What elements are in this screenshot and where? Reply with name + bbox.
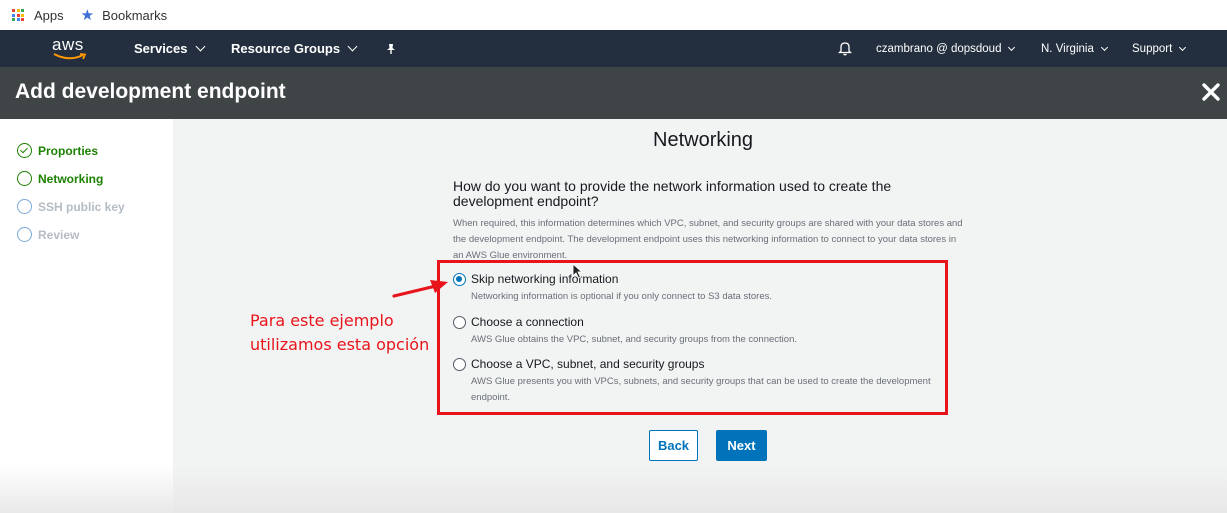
check-circle-icon — [17, 143, 32, 158]
apps-grid-dot — [21, 18, 24, 21]
bookmarks-folder[interactable]: ★ Bookmarks — [81, 8, 167, 23]
aws-top-nav: aws Services Resource Groups czambrano @… — [0, 30, 1227, 67]
radio-unselected[interactable] — [453, 358, 466, 371]
chevron-down-icon — [1179, 43, 1187, 51]
apps-grid-icon — [12, 9, 24, 21]
bell-icon[interactable] — [838, 30, 852, 67]
account-menu[interactable]: czambrano @ dopsdoud — [876, 30, 1016, 67]
region-menu[interactable]: N. Virginia — [1041, 30, 1108, 67]
network-help-text: When required, this information determin… — [453, 218, 963, 261]
resource-groups-label: Resource Groups — [231, 41, 341, 56]
step-review[interactable]: Review — [17, 227, 79, 242]
option-label: Skip networking information — [471, 272, 619, 286]
pushpin-icon[interactable] — [385, 30, 397, 67]
screen: Apps ★ Bookmarks aws Services Resource G… — [0, 0, 1227, 513]
apps-grid-dot — [12, 9, 15, 12]
annotation-arrow-icon — [392, 280, 448, 298]
services-menu[interactable]: Services — [134, 30, 205, 67]
annotation-line-2: utilizamos esta opción — [250, 335, 430, 354]
apps-grid-dot — [12, 13, 15, 17]
apps-grid-dot — [12, 18, 15, 21]
radio-unselected[interactable] — [453, 316, 466, 329]
page-title: Add development endpoint — [15, 80, 286, 103]
step-label: Networking — [38, 171, 104, 186]
option-description: AWS Glue obtains the VPC, subnet, and se… — [471, 334, 797, 345]
step-ssh-public-key[interactable]: SSH public key — [17, 199, 125, 214]
section-title: Networking — [653, 129, 754, 151]
aws-logo-text: aws — [52, 35, 84, 54]
option-description: Networking information is optional if yo… — [471, 291, 772, 302]
circle-icon — [17, 227, 32, 242]
option-label: Choose a VPC, subnet, and security group… — [471, 357, 705, 371]
services-label: Services — [134, 41, 188, 56]
user-label: czambrano @ dopsdoud — [876, 42, 1002, 55]
step-label: Proporties — [38, 143, 99, 158]
region-label: N. Virginia — [1041, 42, 1094, 55]
annotation-line-1: Para este ejemplo — [250, 311, 394, 330]
support-menu[interactable]: Support — [1132, 30, 1187, 67]
chevron-down-icon — [1008, 43, 1016, 51]
apps-grid-dot — [16, 9, 20, 12]
step-networking[interactable]: Networking — [17, 171, 103, 186]
apps-grid-dot — [21, 9, 24, 12]
close-icon[interactable] — [1199, 80, 1223, 104]
chevron-down-icon — [347, 41, 358, 52]
option-description: AWS Glue presents you with VPCs, subnets… — [471, 376, 931, 403]
circle-icon — [17, 199, 32, 214]
step-label: SSH public key — [38, 199, 125, 214]
radio-selected[interactable] — [453, 273, 466, 286]
aws-smile-icon — [53, 53, 87, 60]
mouse-cursor-icon — [572, 263, 584, 279]
apps-bookmark[interactable]: Apps — [12, 8, 64, 23]
network-question: How do you want to provide the network i… — [453, 178, 892, 209]
star-icon: ★ — [80, 6, 95, 24]
step-label: Review — [38, 227, 80, 242]
next-button[interactable]: Next — [716, 430, 767, 461]
back-button[interactable]: Back — [649, 430, 698, 461]
circle-icon — [17, 171, 32, 186]
support-label: Support — [1132, 42, 1173, 55]
wizard-steps: Proporties Networking SSH public key Rev… — [0, 119, 173, 513]
chevron-down-icon — [1100, 43, 1108, 51]
apps-grid-dot — [16, 18, 20, 21]
annotation-text: Para este ejemplo utilizamos esta opción — [250, 309, 429, 357]
apps-label: Apps — [34, 7, 64, 23]
bookmarks-bar: Apps ★ Bookmarks — [0, 0, 1227, 30]
apps-grid-dot — [16, 13, 20, 17]
chevron-down-icon — [195, 41, 205, 52]
option-label: Choose a connection — [471, 315, 584, 329]
resource-groups-menu[interactable]: Resource Groups — [231, 30, 358, 67]
bookmarks-label: Bookmarks — [102, 7, 168, 23]
step-properties[interactable]: Proporties — [17, 143, 98, 158]
aws-logo[interactable]: aws — [52, 35, 90, 63]
page-header: Add development endpoint — [0, 67, 1227, 119]
apps-grid-dot — [21, 13, 24, 17]
